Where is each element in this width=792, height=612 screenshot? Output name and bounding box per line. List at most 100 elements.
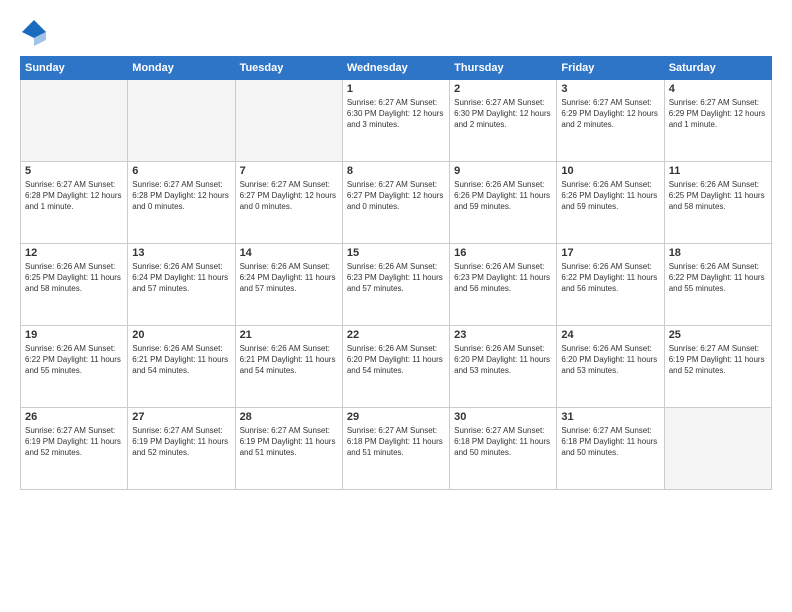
day-info: Sunrise: 6:26 AM Sunset: 6:25 PM Dayligh…	[669, 179, 767, 213]
day-number: 19	[25, 329, 123, 341]
calendar-header-friday: Friday	[557, 57, 664, 80]
day-info: Sunrise: 6:27 AM Sunset: 6:19 PM Dayligh…	[669, 343, 767, 377]
calendar-cell: 21 Sunrise: 6:26 AM Sunset: 6:21 PM Dayli…	[235, 326, 342, 408]
calendar-cell: 3 Sunrise: 6:27 AM Sunset: 6:29 PM Daylig…	[557, 80, 664, 162]
day-number: 8	[347, 165, 445, 177]
day-info: Sunrise: 6:26 AM Sunset: 6:25 PM Dayligh…	[25, 261, 123, 295]
day-info: Sunrise: 6:27 AM Sunset: 6:29 PM Dayligh…	[561, 97, 659, 131]
day-info: Sunrise: 6:26 AM Sunset: 6:21 PM Dayligh…	[240, 343, 338, 377]
calendar-cell: 20 Sunrise: 6:26 AM Sunset: 6:21 PM Dayli…	[128, 326, 235, 408]
logo-icon	[20, 18, 48, 46]
day-info: Sunrise: 6:27 AM Sunset: 6:30 PM Dayligh…	[347, 97, 445, 131]
day-number: 7	[240, 165, 338, 177]
day-number: 31	[561, 411, 659, 423]
calendar-cell: 9 Sunrise: 6:26 AM Sunset: 6:26 PM Daylig…	[450, 162, 557, 244]
calendar-table: SundayMondayTuesdayWednesdayThursdayFrid…	[20, 56, 772, 490]
calendar-header-sunday: Sunday	[21, 57, 128, 80]
calendar-cell: 16 Sunrise: 6:26 AM Sunset: 6:23 PM Dayli…	[450, 244, 557, 326]
day-number: 11	[669, 165, 767, 177]
calendar-cell	[21, 80, 128, 162]
calendar-cell: 2Sunrise: 6:27 AM Sunset: 6:30 PM Daylig…	[450, 80, 557, 162]
calendar-cell: 22 Sunrise: 6:26 AM Sunset: 6:20 PM Dayli…	[342, 326, 449, 408]
calendar-cell	[664, 408, 771, 490]
calendar-cell: 24 Sunrise: 6:26 AM Sunset: 6:20 PM Dayli…	[557, 326, 664, 408]
day-number: 3	[561, 83, 659, 95]
logo	[20, 18, 52, 46]
calendar-header-tuesday: Tuesday	[235, 57, 342, 80]
day-info: Sunrise: 6:26 AM Sunset: 6:22 PM Dayligh…	[669, 261, 767, 295]
calendar-cell: 11 Sunrise: 6:26 AM Sunset: 6:25 PM Dayli…	[664, 162, 771, 244]
calendar-cell: 4Sunrise: 6:27 AM Sunset: 6:29 PM Daylig…	[664, 80, 771, 162]
day-number: 21	[240, 329, 338, 341]
day-number: 29	[347, 411, 445, 423]
day-number: 13	[132, 247, 230, 259]
day-info: Sunrise: 6:26 AM Sunset: 6:24 PM Dayligh…	[240, 261, 338, 295]
day-number: 24	[561, 329, 659, 341]
calendar-week-row: 19Sunrise: 6:26 AM Sunset: 6:22 PM Dayli…	[21, 326, 772, 408]
day-number: 10	[561, 165, 659, 177]
header	[20, 18, 772, 46]
calendar-cell: 5 Sunrise: 6:27 AM Sunset: 6:28 PM Daylig…	[21, 162, 128, 244]
calendar-cell: 13 Sunrise: 6:26 AM Sunset: 6:24 PM Dayli…	[128, 244, 235, 326]
calendar-cell: 28Sunrise: 6:27 AM Sunset: 6:19 PM Dayli…	[235, 408, 342, 490]
calendar-cell	[235, 80, 342, 162]
calendar-cell: 18 Sunrise: 6:26 AM Sunset: 6:22 PM Dayli…	[664, 244, 771, 326]
day-info: Sunrise: 6:26 AM Sunset: 6:20 PM Dayligh…	[347, 343, 445, 377]
day-info: Sunrise: 6:27 AM Sunset: 6:19 PM Dayligh…	[240, 425, 338, 459]
day-number: 27	[132, 411, 230, 423]
day-number: 1	[347, 83, 445, 95]
day-info: Sunrise: 6:27 AM Sunset: 6:27 PM Dayligh…	[347, 179, 445, 213]
calendar-week-row: 26 Sunrise: 6:27 AM Sunset: 6:19 PM Dayli…	[21, 408, 772, 490]
calendar-week-row: 1 Sunrise: 6:27 AM Sunset: 6:30 PM Daylig…	[21, 80, 772, 162]
day-info: Sunrise: 6:26 AM Sunset: 6:23 PM Dayligh…	[454, 261, 552, 295]
calendar-cell: 10Sunrise: 6:26 AM Sunset: 6:26 PM Dayli…	[557, 162, 664, 244]
day-number: 12	[25, 247, 123, 259]
day-number: 20	[132, 329, 230, 341]
day-info: Sunrise: 6:26 AM Sunset: 6:24 PM Dayligh…	[132, 261, 230, 295]
calendar-cell: 29 Sunrise: 6:27 AM Sunset: 6:18 PM Dayli…	[342, 408, 449, 490]
calendar-cell: 15 Sunrise: 6:26 AM Sunset: 6:23 PM Dayli…	[342, 244, 449, 326]
day-number: 15	[347, 247, 445, 259]
calendar-cell: 14Sunrise: 6:26 AM Sunset: 6:24 PM Dayli…	[235, 244, 342, 326]
day-number: 30	[454, 411, 552, 423]
day-info: Sunrise: 6:26 AM Sunset: 6:26 PM Dayligh…	[454, 179, 552, 213]
day-info: Sunrise: 6:27 AM Sunset: 6:18 PM Dayligh…	[454, 425, 552, 459]
calendar-cell: 31 Sunrise: 6:27 AM Sunset: 6:18 PM Dayli…	[557, 408, 664, 490]
day-info: Sunrise: 6:26 AM Sunset: 6:20 PM Dayligh…	[561, 343, 659, 377]
day-number: 9	[454, 165, 552, 177]
calendar-page: SundayMondayTuesdayWednesdayThursdayFrid…	[0, 0, 792, 612]
day-info: Sunrise: 6:26 AM Sunset: 6:20 PM Dayligh…	[454, 343, 552, 377]
day-number: 26	[25, 411, 123, 423]
calendar-cell: 19Sunrise: 6:26 AM Sunset: 6:22 PM Dayli…	[21, 326, 128, 408]
day-info: Sunrise: 6:27 AM Sunset: 6:19 PM Dayligh…	[132, 425, 230, 459]
day-number: 18	[669, 247, 767, 259]
day-number: 5	[25, 165, 123, 177]
day-number: 16	[454, 247, 552, 259]
day-number: 6	[132, 165, 230, 177]
day-info: Sunrise: 6:27 AM Sunset: 6:28 PM Dayligh…	[25, 179, 123, 213]
calendar-header-wednesday: Wednesday	[342, 57, 449, 80]
calendar-cell: 30 Sunrise: 6:27 AM Sunset: 6:18 PM Dayli…	[450, 408, 557, 490]
calendar-header-saturday: Saturday	[664, 57, 771, 80]
calendar-cell: 8 Sunrise: 6:27 AM Sunset: 6:27 PM Daylig…	[342, 162, 449, 244]
calendar-cell: 6 Sunrise: 6:27 AM Sunset: 6:28 PM Daylig…	[128, 162, 235, 244]
calendar-header-monday: Monday	[128, 57, 235, 80]
day-info: Sunrise: 6:27 AM Sunset: 6:18 PM Dayligh…	[561, 425, 659, 459]
day-info: Sunrise: 6:27 AM Sunset: 6:19 PM Dayligh…	[25, 425, 123, 459]
day-info: Sunrise: 6:26 AM Sunset: 6:21 PM Dayligh…	[132, 343, 230, 377]
calendar-cell: 17 Sunrise: 6:26 AM Sunset: 6:22 PM Dayli…	[557, 244, 664, 326]
calendar-header-row: SundayMondayTuesdayWednesdayThursdayFrid…	[21, 57, 772, 80]
day-info: Sunrise: 6:26 AM Sunset: 6:22 PM Dayligh…	[561, 261, 659, 295]
day-info: Sunrise: 6:27 AM Sunset: 6:18 PM Dayligh…	[347, 425, 445, 459]
calendar-cell: 1 Sunrise: 6:27 AM Sunset: 6:30 PM Daylig…	[342, 80, 449, 162]
day-number: 23	[454, 329, 552, 341]
calendar-cell: 12 Sunrise: 6:26 AM Sunset: 6:25 PM Dayli…	[21, 244, 128, 326]
calendar-cell: 7Sunrise: 6:27 AM Sunset: 6:27 PM Daylig…	[235, 162, 342, 244]
day-info: Sunrise: 6:27 AM Sunset: 6:28 PM Dayligh…	[132, 179, 230, 213]
day-info: Sunrise: 6:27 AM Sunset: 6:29 PM Dayligh…	[669, 97, 767, 131]
day-number: 17	[561, 247, 659, 259]
calendar-week-row: 5 Sunrise: 6:27 AM Sunset: 6:28 PM Daylig…	[21, 162, 772, 244]
day-number: 22	[347, 329, 445, 341]
day-info: Sunrise: 6:26 AM Sunset: 6:23 PM Dayligh…	[347, 261, 445, 295]
calendar-cell: 27 Sunrise: 6:27 AM Sunset: 6:19 PM Dayli…	[128, 408, 235, 490]
